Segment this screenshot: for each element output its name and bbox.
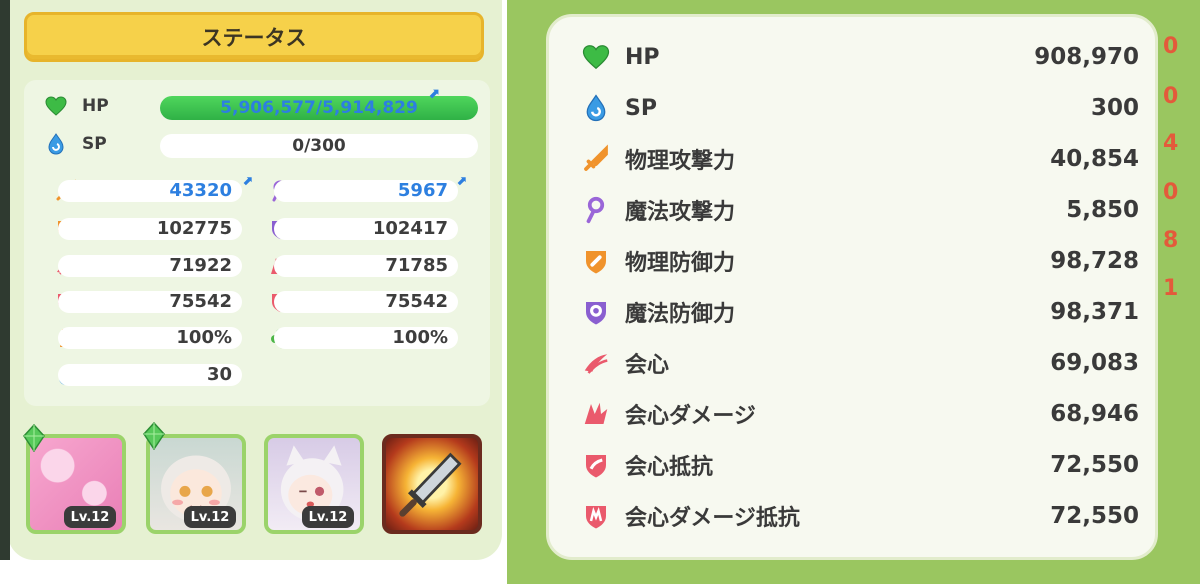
detail-value: 69,083	[1050, 350, 1139, 376]
detail-name: 物理攻撃力	[625, 149, 736, 174]
status-title-bar[interactable]: ステータス	[24, 12, 484, 62]
critical-bar: 71922	[58, 255, 242, 277]
detail-name: 会心ダメージ	[625, 404, 756, 429]
background-digit: 1	[1163, 276, 1179, 301]
stats-box: HP 5,906,577/5,914,829 ⬈ SP 0/300 43320 …	[24, 80, 490, 406]
critical-damage-resist-bar: 75542	[274, 291, 458, 313]
critical-damage-icon	[579, 397, 613, 431]
magic-shield-icon	[579, 295, 613, 329]
critical-damage-resist-icon	[579, 499, 613, 533]
status-panel: ステータス HP 5,906,577/5,914,829 ⬈ SP 0/300 …	[0, 0, 510, 584]
card-level-2: Lv.12	[184, 506, 236, 528]
detail-row-critical: 会心 69,083	[579, 345, 1139, 381]
physical-defense-bar: 102775	[58, 218, 242, 240]
detail-value: 908,970	[1034, 44, 1139, 70]
detail-row-magic-attack: 魔法攻撃力 5,850	[579, 192, 1139, 228]
hp-label: HP	[82, 96, 109, 116]
critical-damage-bar: 71785	[274, 255, 458, 277]
detail-row-critical-damage-resist: 会心ダメージ抵抗 72,550	[579, 498, 1139, 534]
background-digit: 0	[1163, 180, 1179, 205]
card-level-3: Lv.12	[302, 506, 354, 528]
magic-attack-bar: 5967	[274, 180, 458, 202]
detail-name: SP	[625, 95, 657, 121]
accuracy-value: 100%	[176, 327, 232, 348]
magic-defense-value: 102417	[372, 218, 448, 239]
detail-row-critical-damage: 会心ダメージ 68,946	[579, 396, 1139, 432]
critical-value: 71922	[169, 255, 232, 276]
detail-value: 98,728	[1050, 248, 1139, 274]
green-gem-icon	[143, 422, 165, 450]
attack-up-arrow-icon: ⬈	[242, 174, 253, 189]
detail-name: HP	[625, 44, 660, 70]
background-digit: 8	[1163, 228, 1179, 253]
sp-value: 0/300	[292, 136, 346, 156]
detail-value: 40,854	[1050, 146, 1139, 172]
critical-resist-icon	[579, 448, 613, 482]
detail-value: 300	[1090, 95, 1139, 121]
heart-icon	[44, 94, 68, 118]
detail-row-sp: SP 300	[579, 90, 1139, 126]
critical-resist-bar: 75542	[58, 291, 242, 313]
sword-skill-icon	[399, 452, 462, 517]
detail-row-physical-defense: 物理防御力 98,728	[579, 243, 1139, 279]
accuracy-bar: 100%	[58, 327, 242, 349]
hp-up-arrow-icon: ⬈	[428, 86, 440, 102]
detail-row-magic-defense: 魔法防御力 98,371	[579, 294, 1139, 330]
background-digit: 0	[1163, 84, 1179, 109]
detail-value: 72,550	[1050, 452, 1139, 478]
detail-value: 68,946	[1050, 401, 1139, 427]
sp-recovery-value: 30	[206, 364, 232, 385]
detail-name: 会心抵抗	[625, 455, 714, 480]
sp-recovery-bar: 30	[58, 364, 242, 386]
critical-resist-value: 75542	[169, 291, 232, 312]
green-gem-icon	[23, 424, 45, 452]
critical-damage-value: 71785	[385, 255, 448, 276]
detail-row-critical-resist: 会心抵抗 72,550	[579, 447, 1139, 483]
status-title: ステータス	[201, 26, 307, 50]
weapon-skill-card[interactable]	[382, 434, 482, 534]
sword-icon	[579, 142, 613, 176]
water-drop-icon	[44, 132, 68, 156]
detail-name: 魔法防御力	[625, 302, 736, 327]
physical-defense-value: 102775	[156, 218, 232, 239]
sp-label: SP	[82, 134, 107, 154]
luck-bar: 100%	[274, 327, 458, 349]
detail-row-physical-attack: 物理攻撃力 40,854	[579, 141, 1139, 177]
magic-staff-icon	[579, 193, 613, 227]
detail-row-hp: HP 908,970	[579, 39, 1139, 75]
magic-up-arrow-icon: ⬈	[456, 174, 467, 189]
detail-value: 5,850	[1066, 197, 1139, 223]
status-detail-card: HP 908,970 SP 300 物理攻撃力 40,854 魔法攻撃力 5,8…	[546, 14, 1158, 560]
detail-name: 会心	[625, 353, 670, 378]
heart-icon	[579, 40, 613, 74]
detail-value: 98,371	[1050, 299, 1139, 325]
physical-attack-value: 43320	[169, 180, 232, 201]
character-card-2[interactable]: Lv.12	[264, 434, 364, 534]
critical-slash-icon	[579, 346, 613, 380]
sp-bar: 0/300	[160, 134, 478, 158]
luck-value: 100%	[392, 327, 448, 348]
detail-name: 会心ダメージ抵抗	[625, 506, 800, 531]
magic-defense-bar: 102417	[274, 218, 458, 240]
detail-value: 72,550	[1050, 503, 1139, 529]
magic-attack-value: 5967	[397, 180, 448, 201]
detail-name: 物理防御力	[625, 251, 736, 276]
critical-damage-resist-value: 75542	[385, 291, 448, 312]
detail-name: 魔法攻撃力	[625, 200, 736, 225]
card-level-1: Lv.12	[64, 506, 116, 528]
background-digit: 0	[1163, 34, 1179, 59]
background-digit: 4	[1163, 131, 1179, 156]
physical-shield-icon	[579, 244, 613, 278]
physical-attack-bar: 43320	[58, 180, 242, 202]
water-drop-icon	[579, 91, 613, 125]
